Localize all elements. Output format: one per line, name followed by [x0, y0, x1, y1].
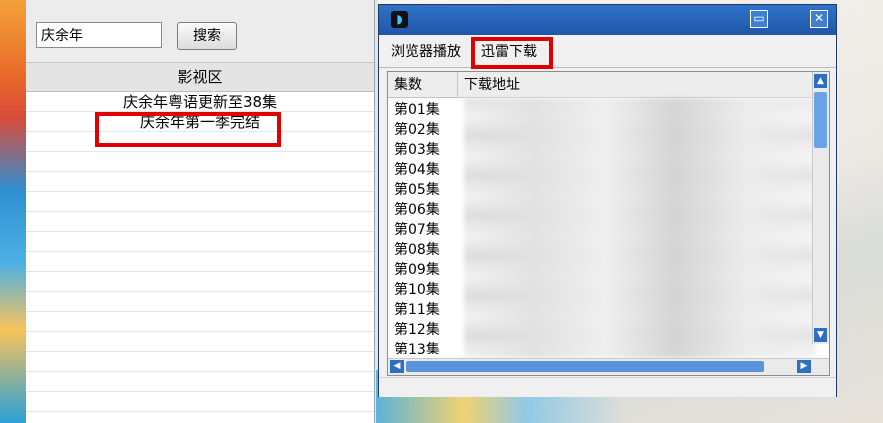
- minimize-icon[interactable]: ▭: [750, 10, 768, 28]
- tab-browser-play[interactable]: 浏览器播放: [387, 41, 465, 63]
- download-url-blurred: [464, 98, 816, 358]
- episode-cell[interactable]: 第09集: [388, 260, 458, 280]
- episode-cell[interactable]: 第05集: [388, 180, 458, 200]
- arrow-left-icon[interactable]: ◀: [390, 360, 404, 373]
- episode-cell[interactable]: 第06集: [388, 200, 458, 220]
- episode-cell[interactable]: 第07集: [388, 220, 458, 240]
- search-toolbar: 搜索: [26, 0, 374, 63]
- window-titlebar[interactable]: ◗ ▭ ✕: [379, 5, 836, 35]
- episode-cell[interactable]: 第03集: [388, 140, 458, 160]
- episode-cell[interactable]: 第01集: [388, 100, 458, 120]
- list-header: 影视区: [26, 63, 374, 92]
- arrow-right-icon[interactable]: ▶: [797, 360, 811, 373]
- episode-cell[interactable]: 第10集: [388, 280, 458, 300]
- status-bar: [379, 377, 836, 397]
- highlight-box: [95, 112, 281, 147]
- search-button[interactable]: 搜索: [177, 22, 237, 50]
- episode-cell[interactable]: 第08集: [388, 240, 458, 260]
- horizontal-scrollbar[interactable]: ◀ ▶: [388, 358, 829, 375]
- list-item[interactable]: 庆余年粤语更新至38集: [26, 92, 374, 112]
- scroll-thumb[interactable]: [406, 361, 764, 372]
- highlight-box: [471, 37, 553, 69]
- episode-cell[interactable]: 第13集: [388, 340, 458, 354]
- episode-cell[interactable]: 第12集: [388, 320, 458, 340]
- column-header-url: 下载地址: [458, 72, 813, 98]
- close-icon[interactable]: ✕: [810, 10, 828, 28]
- app-icon: ◗: [391, 11, 408, 28]
- episode-cell[interactable]: 第11集: [388, 300, 458, 320]
- scroll-thumb[interactable]: [814, 92, 827, 148]
- search-panel: 搜索 影视区 庆余年粤语更新至38集 庆余年第一季完结: [26, 0, 375, 423]
- search-input[interactable]: [36, 22, 162, 48]
- desktop-wallpaper-left: [0, 0, 26, 423]
- arrow-up-icon[interactable]: ▲: [814, 74, 827, 88]
- arrow-down-icon[interactable]: ▼: [814, 328, 827, 342]
- vertical-scrollbar[interactable]: ▲ ▼: [812, 72, 829, 344]
- download-window: ◗ ▭ ✕ 浏览器播放 迅雷下载 集数 下载地址 第01集 第02集 第03集 …: [378, 4, 837, 397]
- column-header-episode: 集数: [388, 72, 458, 98]
- download-table: 集数 下载地址 第01集 第02集 第03集 第04集 第05集 第06集 第0…: [387, 71, 830, 376]
- episode-cell[interactable]: 第02集: [388, 120, 458, 140]
- tab-bar: 浏览器播放 迅雷下载: [379, 35, 836, 69]
- episode-cell[interactable]: 第04集: [388, 160, 458, 180]
